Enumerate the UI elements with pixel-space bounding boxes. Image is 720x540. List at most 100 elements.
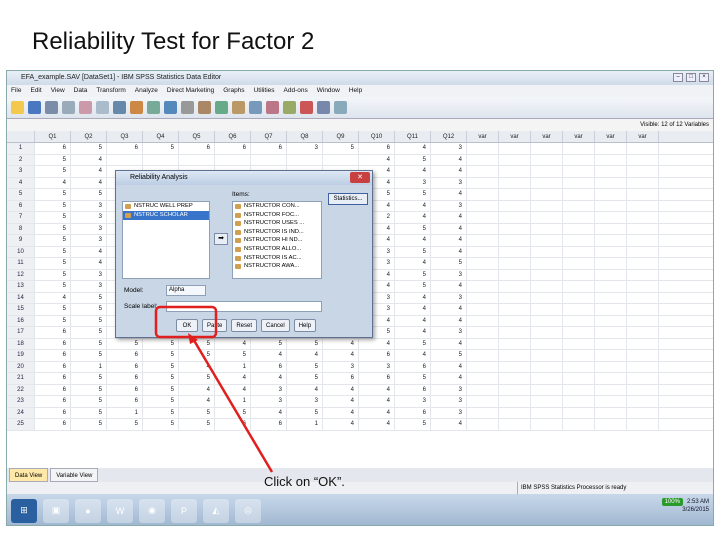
data-cell[interactable]: 1: [287, 419, 323, 430]
data-cell[interactable]: 1: [71, 361, 107, 372]
data-cell[interactable]: [143, 154, 179, 165]
data-cell[interactable]: 5: [143, 419, 179, 430]
empty-cell[interactable]: [499, 223, 531, 234]
data-cell[interactable]: 4: [395, 258, 431, 269]
empty-cell[interactable]: [627, 350, 659, 361]
data-cell[interactable]: 6: [35, 419, 71, 430]
empty-cell[interactable]: [627, 281, 659, 292]
row-number[interactable]: 20: [7, 361, 35, 372]
data-cell[interactable]: 6: [359, 373, 395, 384]
data-cell[interactable]: 5: [287, 361, 323, 372]
data-cell[interactable]: 4: [395, 143, 431, 154]
data-cell[interactable]: 4: [395, 350, 431, 361]
data-cell[interactable]: 4: [431, 315, 467, 326]
data-cell[interactable]: 3: [251, 396, 287, 407]
data-cell[interactable]: 4: [395, 315, 431, 326]
data-cell[interactable]: 5: [35, 315, 71, 326]
data-cell[interactable]: 4: [215, 373, 251, 384]
data-cell[interactable]: 6: [215, 419, 251, 430]
data-cell[interactable]: 5: [395, 281, 431, 292]
print-icon[interactable]: [45, 101, 58, 114]
data-cell[interactable]: 5: [71, 384, 107, 395]
empty-cell[interactable]: [467, 419, 499, 430]
word-icon[interactable]: W: [107, 498, 133, 523]
data-cell[interactable]: 4: [71, 258, 107, 269]
empty-cell[interactable]: [467, 269, 499, 280]
open-icon[interactable]: [11, 101, 24, 114]
empty-cell[interactable]: [595, 269, 627, 280]
column-header[interactable]: Q6: [215, 131, 251, 142]
data-cell[interactable]: 3: [251, 384, 287, 395]
empty-cell[interactable]: [595, 281, 627, 292]
empty-cell[interactable]: [467, 212, 499, 223]
data-cell[interactable]: 5: [143, 396, 179, 407]
data-cell[interactable]: 3: [431, 407, 467, 418]
spell-check-icon[interactable]: [334, 101, 347, 114]
empty-cell[interactable]: [627, 384, 659, 395]
empty-cell[interactable]: [627, 338, 659, 349]
move-right-arrow-icon[interactable]: ➡: [214, 233, 228, 245]
run-descriptives-icon[interactable]: [164, 101, 177, 114]
empty-cell[interactable]: [531, 200, 563, 211]
column-header[interactable]: Q10: [359, 131, 395, 142]
empty-cell[interactable]: [531, 327, 563, 338]
empty-cell[interactable]: [499, 246, 531, 257]
source-item-selected[interactable]: NSTRUC SCHOLAR: [123, 211, 209, 220]
empty-cell[interactable]: [595, 177, 627, 188]
row-number[interactable]: 18: [7, 338, 35, 349]
empty-cell[interactable]: [499, 350, 531, 361]
column-header[interactable]: Q3: [107, 131, 143, 142]
data-cell[interactable]: 4: [431, 212, 467, 223]
data-cell[interactable]: [107, 154, 143, 165]
data-cell[interactable]: 6: [107, 396, 143, 407]
data-cell[interactable]: 4: [359, 154, 395, 165]
empty-cell[interactable]: [627, 396, 659, 407]
empty-cell[interactable]: [563, 281, 595, 292]
data-cell[interactable]: [179, 154, 215, 165]
empty-cell[interactable]: [499, 212, 531, 223]
menu-direct-marketing[interactable]: Direct Marketing: [167, 85, 214, 97]
empty-cell[interactable]: [595, 166, 627, 177]
data-cell[interactable]: 4: [431, 373, 467, 384]
empty-cell[interactable]: [499, 143, 531, 154]
empty-cell[interactable]: [467, 143, 499, 154]
empty-cell[interactable]: [467, 200, 499, 211]
data-cell[interactable]: 5: [71, 350, 107, 361]
row-number[interactable]: 14: [7, 292, 35, 303]
data-cell[interactable]: 4: [71, 246, 107, 257]
find-icon[interactable]: [181, 101, 194, 114]
show-all-icon[interactable]: [317, 101, 330, 114]
empty-cell[interactable]: [627, 166, 659, 177]
empty-cell[interactable]: [563, 223, 595, 234]
data-cell[interactable]: 6: [35, 373, 71, 384]
data-cell[interactable]: 6: [395, 361, 431, 372]
empty-cell[interactable]: [531, 189, 563, 200]
data-cell[interactable]: 5: [35, 166, 71, 177]
data-cell[interactable]: 5: [35, 154, 71, 165]
data-cell[interactable]: 3: [71, 235, 107, 246]
data-cell[interactable]: 5: [143, 407, 179, 418]
data-cell[interactable]: 4: [35, 292, 71, 303]
empty-cell[interactable]: [531, 350, 563, 361]
data-cell[interactable]: 4: [431, 246, 467, 257]
data-cell[interactable]: 3: [359, 361, 395, 372]
empty-cell[interactable]: [531, 212, 563, 223]
data-cell[interactable]: 5: [395, 269, 431, 280]
empty-cell[interactable]: [595, 154, 627, 165]
data-cell[interactable]: 5: [287, 407, 323, 418]
goto-variable-icon[interactable]: [130, 101, 143, 114]
data-cell[interactable]: 5: [395, 154, 431, 165]
empty-cell[interactable]: [531, 419, 563, 430]
empty-cell[interactable]: [531, 154, 563, 165]
data-cell[interactable]: 4: [431, 223, 467, 234]
data-cell[interactable]: 4: [251, 350, 287, 361]
data-cell[interactable]: 3: [71, 223, 107, 234]
data-cell[interactable]: 5: [395, 223, 431, 234]
data-cell[interactable]: 4: [395, 327, 431, 338]
row-number[interactable]: 3: [7, 166, 35, 177]
outlook-icon[interactable]: ●: [75, 498, 101, 523]
empty-cell[interactable]: [563, 246, 595, 257]
data-cell[interactable]: 6: [107, 350, 143, 361]
data-cell[interactable]: 5: [107, 419, 143, 430]
empty-cell[interactable]: [627, 212, 659, 223]
